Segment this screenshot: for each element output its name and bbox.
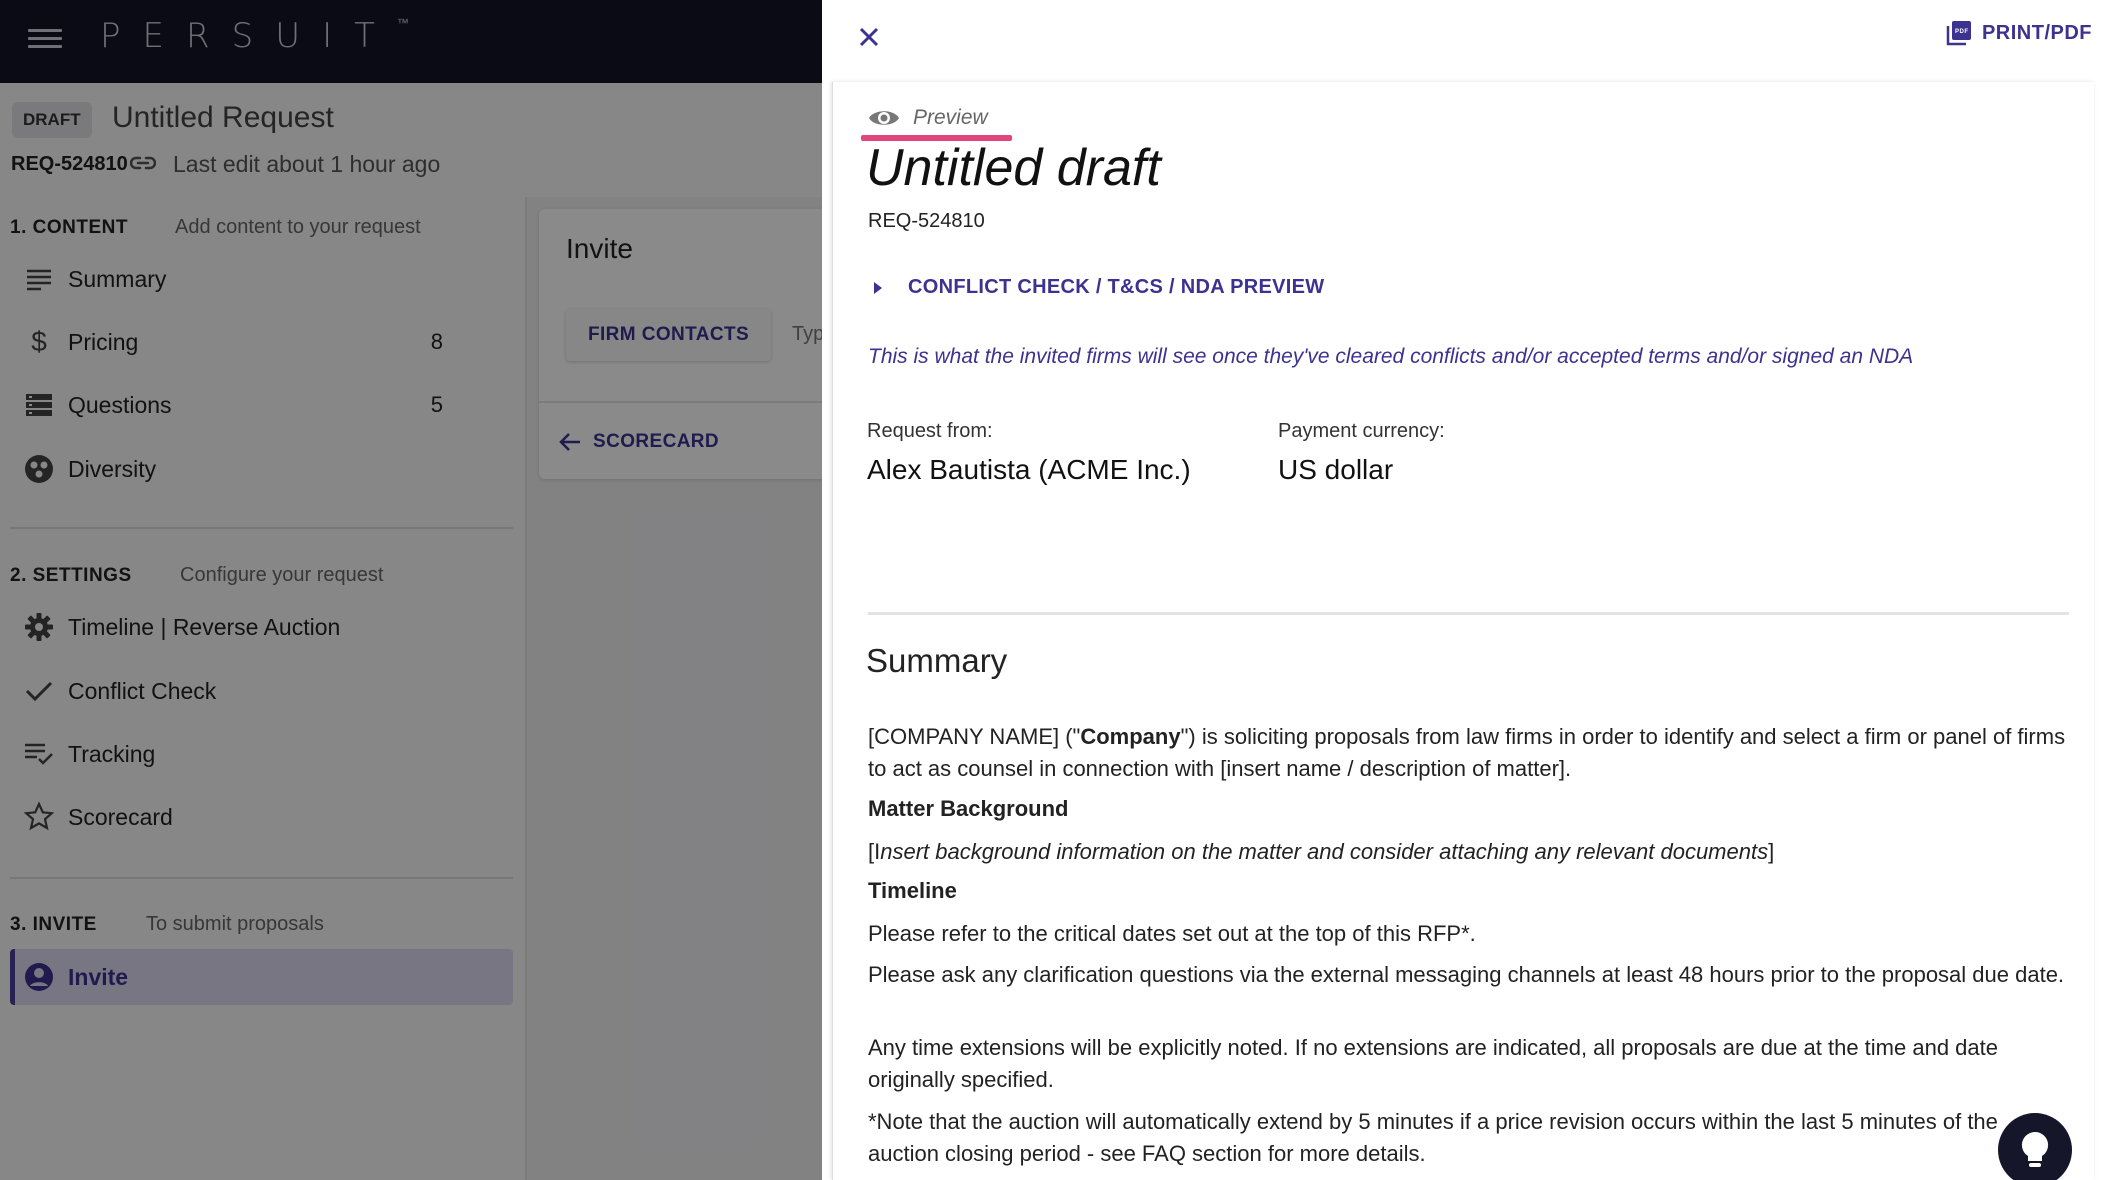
visibility-note: This is what the invited firms will see … (868, 345, 1914, 368)
draft-request-id: REQ-524810 (868, 210, 985, 232)
request-from-value: Alex Bautista (ACME Inc.) (867, 454, 1191, 485)
svg-text:PDF: PDF (1955, 29, 1969, 35)
help-bubble-button[interactable] (1998, 1113, 2072, 1180)
print-pdf-label: PRINT/PDF (1981, 21, 2092, 44)
section-divider (868, 612, 2069, 615)
summary-intro: [COMPANY NAME] ("Company") is soliciting… (868, 724, 2066, 781)
expand-triangle-icon (874, 281, 882, 294)
preview-panel (832, 82, 2094, 1180)
print-pdf-button[interactable]: PDF PRINT/PDF (1946, 20, 2092, 46)
request-from-label: Request from: (867, 420, 993, 442)
conflict-check-expander[interactable]: CONFLICT CHECK / T&CS / NDA PREVIEW (874, 276, 1324, 299)
close-icon[interactable] (852, 20, 886, 54)
matter-background-heading: Matter Background (868, 796, 1069, 821)
preview-label: Preview (913, 106, 988, 129)
drawer-toolbar: PDF PRINT/PDF (822, 0, 2106, 82)
matter-background-text: [Insert background information on the ma… (868, 839, 1775, 864)
preview-tag: Preview (867, 106, 988, 130)
timeline-paragraph: Please refer to the critical dates set o… (868, 921, 1476, 946)
conflict-check-label: CONFLICT CHECK / T&CS / NDA PREVIEW (908, 276, 1325, 298)
app-background: PERSUIT™ DRAFT Untitled Request REQ-5248… (0, 0, 822, 1180)
eye-icon (869, 111, 899, 125)
timeline-heading: Timeline (868, 878, 957, 903)
draft-title: Untitled draft (866, 139, 1161, 197)
timeline-paragraph: Any time extensions will be explicitly n… (868, 1035, 1998, 1092)
summary-heading: Summary (866, 642, 1008, 679)
payment-currency-value: US dollar (1278, 454, 1394, 485)
modal-backdrop[interactable] (0, 0, 822, 1180)
payment-currency-label: Payment currency: (1278, 420, 1445, 442)
timeline-paragraph: Please ask any clarification questions v… (868, 962, 2065, 987)
lightbulb-icon (2021, 1131, 2049, 1167)
timeline-paragraph: *Note that the auction will automaticall… (868, 1109, 1998, 1166)
pdf-icon: PDF (1946, 21, 1971, 46)
